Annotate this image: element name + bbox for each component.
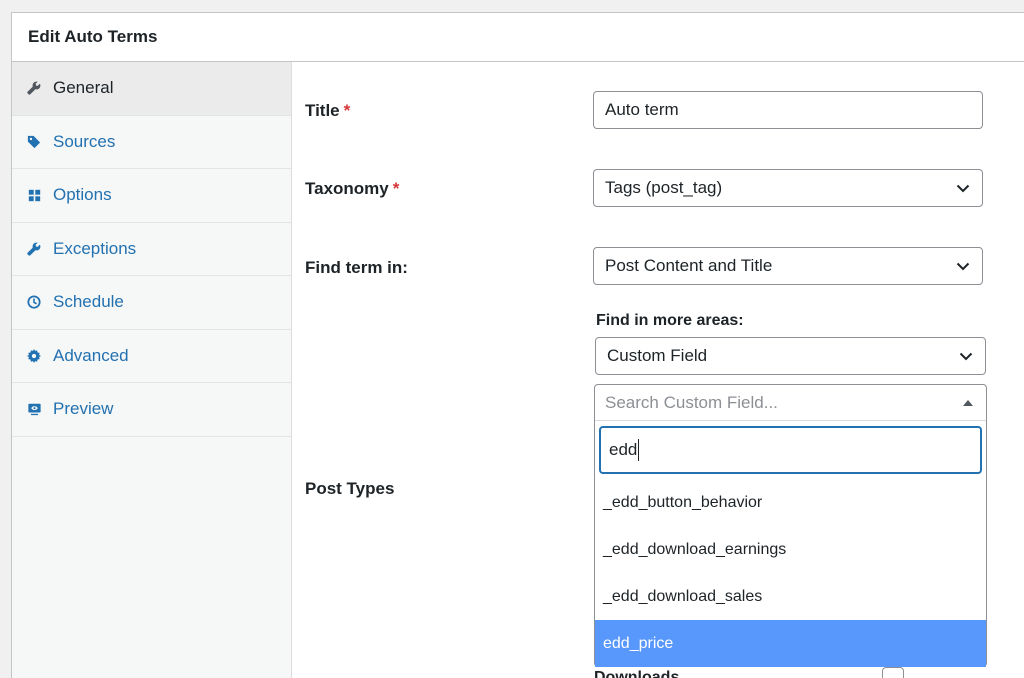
wrench-icon: [26, 80, 42, 96]
taxonomy-label: Taxonomy *: [305, 179, 399, 199]
panel-header: Edit Auto Terms: [12, 13, 1024, 62]
find-term-select-value: Post Content and Title: [605, 256, 773, 275]
panel-title: Edit Auto Terms: [28, 27, 158, 46]
required-mark: *: [343, 101, 351, 120]
sidebar-item-general[interactable]: General: [12, 62, 291, 116]
custom-field-dropdown: Search Custom Field... edd _edd_button_b…: [594, 384, 987, 667]
downloads-checkbox[interactable]: [882, 667, 904, 678]
grid-icon: [26, 187, 42, 203]
custom-field-search-select[interactable]: Search Custom Field...: [595, 385, 986, 421]
wrench-icon: [26, 241, 42, 257]
caret-up-icon: [960, 395, 976, 411]
title-label: Title *: [305, 101, 350, 121]
sidebar-item-advanced[interactable]: Advanced: [12, 330, 291, 383]
taxonomy-select[interactable]: Tags (post_tag): [593, 169, 983, 207]
sidebar-item-exceptions[interactable]: Exceptions: [12, 223, 291, 276]
downloads-label: Downloads: [594, 669, 680, 678]
dropdown-option-highlighted[interactable]: edd_price: [595, 620, 986, 667]
text-cursor: [638, 439, 640, 461]
preview-icon: [26, 401, 42, 417]
title-label-text: Title: [305, 101, 340, 120]
taxonomy-select-value: Tags (post_tag): [605, 178, 723, 197]
sidebar: General Sources Options Exceptions Sched…: [12, 62, 292, 678]
sidebar-item-label: Sources: [53, 131, 116, 151]
sidebar-item-label: Advanced: [53, 345, 129, 365]
sidebar-item-schedule[interactable]: Schedule: [12, 276, 291, 330]
sidebar-item-label: Preview: [53, 399, 114, 419]
sidebar-item-label: General: [53, 78, 114, 98]
gear-icon: [26, 348, 42, 364]
sidebar-item-preview[interactable]: Preview: [12, 383, 291, 437]
more-areas-select-value: Custom Field: [607, 346, 708, 365]
search-input-value: edd: [609, 440, 638, 459]
dropdown-option[interactable]: _edd_download_sales: [595, 573, 986, 620]
dropdown-option[interactable]: _edd_button_behavior: [595, 479, 986, 526]
sidebar-item-label: Schedule: [53, 292, 124, 312]
sidebar-item-sources[interactable]: Sources: [12, 116, 291, 169]
chevron-down-icon: [955, 258, 971, 274]
taxonomy-label-text: Taxonomy: [305, 179, 389, 198]
title-input[interactable]: Auto term: [593, 91, 983, 129]
tag-icon: [26, 134, 42, 150]
find-term-label: Find term in:: [305, 258, 408, 277]
search-placeholder: Search Custom Field...: [605, 392, 778, 412]
custom-field-search-input[interactable]: edd: [599, 426, 982, 474]
chevron-down-icon: [958, 348, 974, 364]
sidebar-item-label: Options: [53, 185, 112, 205]
sidebar-item-label: Exceptions: [53, 238, 137, 258]
more-areas-select[interactable]: Custom Field: [595, 337, 986, 375]
clock-icon: [26, 294, 42, 310]
title-input-value: Auto term: [605, 100, 679, 119]
sidebar-item-options[interactable]: Options: [12, 169, 291, 223]
edit-auto-terms-panel: Edit Auto Terms General Sources Options …: [11, 12, 1024, 678]
find-term-select[interactable]: Post Content and Title: [593, 247, 983, 285]
dropdown-option[interactable]: _edd_download_earnings: [595, 526, 986, 573]
post-types-label: Post Types: [305, 479, 395, 498]
required-mark: *: [392, 179, 400, 198]
chevron-down-icon: [955, 180, 971, 196]
search-wrap: edd: [595, 421, 986, 479]
more-areas-label: Find in more areas:: [596, 312, 744, 329]
